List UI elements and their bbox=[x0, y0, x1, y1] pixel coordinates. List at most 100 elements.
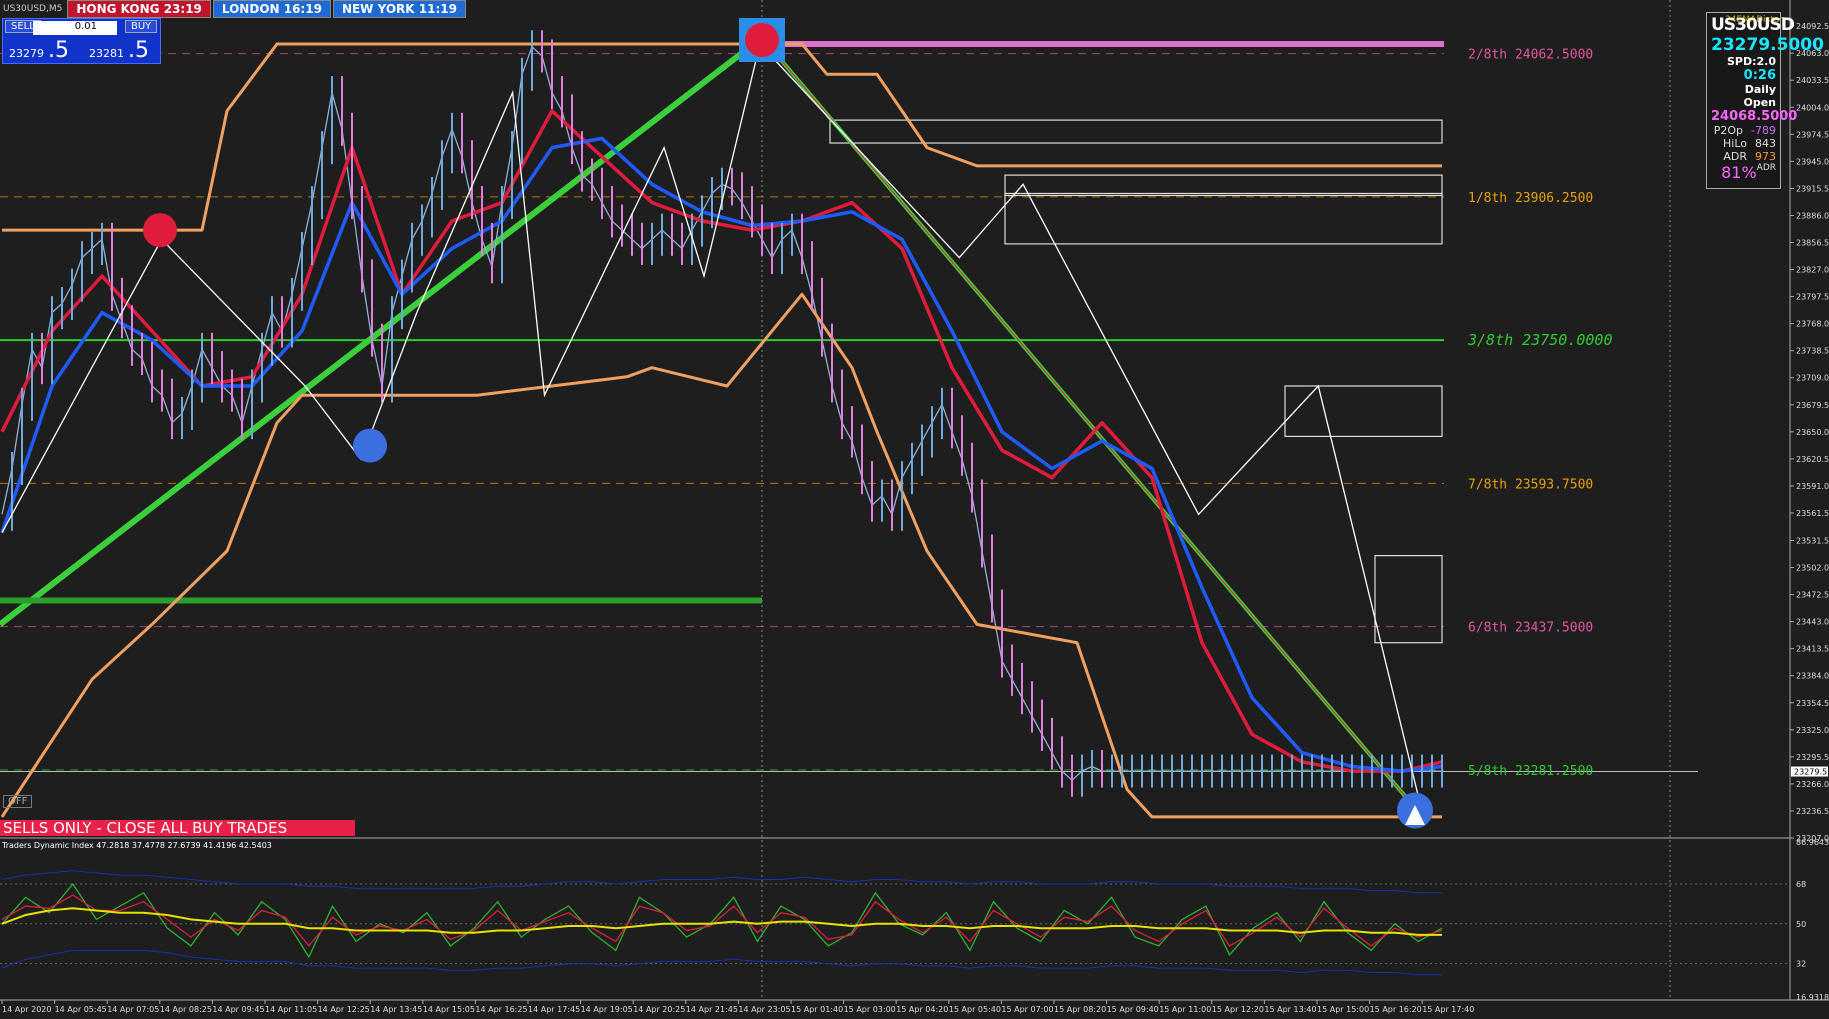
one-click-trading-panel: SELL 0.01 BUY 23279.5 23281.5 bbox=[2, 18, 161, 64]
tdi-title: Traders Dynamic Index 47.2818 37.4778 27… bbox=[2, 841, 272, 850]
price-tick-label: 23797.5 bbox=[1796, 293, 1829, 302]
time-tick-label: 15 Apr 07:00 bbox=[1001, 1005, 1053, 1014]
price-chart[interactable]: 24092.524063.024033.524004.023974.523945… bbox=[0, 0, 1829, 1019]
info-daily-open-label: Daily Open bbox=[1743, 83, 1776, 109]
time-tick-label: 15 Apr 04:20 bbox=[896, 1005, 948, 1014]
time-tick-label: 14 Apr 17:45 bbox=[528, 1005, 580, 1014]
buy-button[interactable]: BUY bbox=[125, 20, 158, 33]
info-row-adr: ADR 973 bbox=[1723, 150, 1776, 163]
tdi-tick-label: 68 bbox=[1796, 880, 1806, 889]
time-tick-label: 14 Apr 11:05 bbox=[265, 1005, 317, 1014]
time-tick-label: 14 Apr 13:45 bbox=[370, 1005, 422, 1014]
murrey-label: 7/8th 23593.7500 bbox=[1468, 477, 1593, 492]
time-tick-label: 15 Apr 01:40 bbox=[791, 1005, 843, 1014]
sell-price[interactable]: 23279 .5 bbox=[9, 38, 69, 63]
lot-size-input[interactable]: 0.01 bbox=[33, 21, 117, 35]
price-tick-label: 23620.5 bbox=[1796, 455, 1829, 464]
off-button[interactable]: OFF bbox=[3, 795, 33, 808]
price-tick-label: 24092.5 bbox=[1796, 22, 1829, 31]
murrey-label: 6/8th 23437.5000 bbox=[1468, 621, 1593, 636]
info-symbol: US30USD bbox=[1711, 15, 1795, 35]
current-price-label: 23279.5 bbox=[1794, 768, 1827, 777]
time-tick-label: 14 Apr 19:05 bbox=[581, 1005, 633, 1014]
time-tick-label: 14 Apr 21:45 bbox=[686, 1005, 738, 1014]
trade-alert-banner: SELLS ONLY - CLOSE ALL BUY TRADES bbox=[0, 820, 355, 836]
time-tick-label: 15 Apr 05:40 bbox=[949, 1005, 1001, 1014]
price-tick-label: 23325.0 bbox=[1796, 726, 1829, 735]
time-tick-label: 15 Apr 15:00 bbox=[1317, 1005, 1369, 1014]
pivot-low-marker bbox=[353, 428, 387, 463]
sell-price-pips: .5 bbox=[48, 38, 69, 63]
price-tick-label: 23768.0 bbox=[1796, 320, 1829, 329]
price-tick-label: 23650.0 bbox=[1796, 428, 1829, 437]
time-tick-label: 15 Apr 12:20 bbox=[1212, 1005, 1264, 1014]
time-tick-label: 14 Apr 05:45 bbox=[55, 1005, 107, 1014]
pivot-high-marker bbox=[143, 213, 177, 248]
price-tick-label: 23295.5 bbox=[1796, 753, 1829, 762]
session-london: LONDON 16:19 bbox=[212, 0, 331, 18]
price-tick-label: 23709.0 bbox=[1796, 374, 1829, 383]
pivot-high-marker-top bbox=[745, 23, 779, 57]
price-tick-label: 23354.5 bbox=[1796, 699, 1829, 708]
price-tick-label: 23236.5 bbox=[1796, 807, 1829, 816]
time-tick-label: 14 Apr 08:25 bbox=[160, 1005, 212, 1014]
time-tick-label: 15 Apr 16:20 bbox=[1370, 1005, 1422, 1014]
price-tick-label: 23561.5 bbox=[1796, 509, 1829, 518]
symbol-info-panel: US30USD 23279.5000 SPD:2.0 0:26 Daily Op… bbox=[1706, 12, 1824, 189]
price-tick-label: 23738.5 bbox=[1796, 347, 1829, 356]
info-daily-open: 24068.5000 bbox=[1711, 109, 1798, 124]
tdi-tick-label: 86.9643 bbox=[1796, 838, 1829, 847]
session-hong-kong: HONG KONG 23:19 bbox=[67, 0, 211, 18]
price-tick-label: 23827.0 bbox=[1796, 266, 1829, 275]
price-tick-label: 23502.0 bbox=[1796, 564, 1829, 573]
price-tick-label: 23413.5 bbox=[1796, 645, 1829, 654]
buy-price-main: 23281 bbox=[89, 47, 124, 60]
time-tick-label: 15 Apr 17:40 bbox=[1422, 1005, 1474, 1014]
price-tick-label: 23266.0 bbox=[1796, 780, 1829, 789]
time-tick-label: 14 Apr 20:25 bbox=[633, 1005, 685, 1014]
info-row-p2op: P2Op -789 bbox=[1713, 124, 1776, 137]
time-tick-label: 14 Apr 15:05 bbox=[423, 1005, 475, 1014]
price-tick-label: 23974.5 bbox=[1796, 130, 1829, 139]
price-tick-label: 23915.5 bbox=[1796, 184, 1829, 193]
time-tick-label: 14 Apr 09:45 bbox=[212, 1005, 264, 1014]
time-tick-label: 14 Apr 2020 bbox=[2, 1005, 51, 1014]
time-tick-label: 15 Apr 09:40 bbox=[1107, 1005, 1159, 1014]
price-tick-label: 23945.0 bbox=[1796, 157, 1829, 166]
info-spread: SPD:2.0 bbox=[1726, 55, 1776, 68]
time-tick-label: 14 Apr 12:25 bbox=[318, 1005, 370, 1014]
price-tick-label: 23443.0 bbox=[1796, 618, 1829, 627]
time-tick-label: 14 Apr 23:05 bbox=[738, 1005, 790, 1014]
session-clock-bar: US30USD,M5 HONG KONG 23:19 LONDON 16:19 … bbox=[0, 0, 466, 18]
symbol-label: US30USD,M5 bbox=[3, 4, 63, 14]
price-tick-label: 23679.5 bbox=[1796, 401, 1829, 410]
sell-price-main: 23279 bbox=[9, 47, 44, 60]
price-tick-label: 23856.5 bbox=[1796, 239, 1829, 248]
murrey-label: 1/8th 23906.2500 bbox=[1468, 191, 1593, 206]
buy-price[interactable]: 23281 .5 bbox=[89, 38, 149, 63]
price-tick-label: 24033.5 bbox=[1796, 76, 1829, 85]
time-tick-label: 15 Apr 08:20 bbox=[1054, 1005, 1106, 1014]
price-tick-label: 23591.0 bbox=[1796, 482, 1829, 491]
tdi-tick-label: 32 bbox=[1796, 960, 1806, 969]
time-tick-label: 15 Apr 11:00 bbox=[1159, 1005, 1211, 1014]
tdi-tick-label: 50 bbox=[1796, 920, 1806, 929]
murrey-label: 5/8th 23281.2500 bbox=[1468, 764, 1593, 779]
price-tick-label: 24004.0 bbox=[1796, 103, 1829, 112]
tdi-tick-label: 16.9318 bbox=[1796, 993, 1829, 1002]
murrey-label: 2/8th 24062.5000 bbox=[1468, 48, 1593, 63]
time-tick-label: 14 Apr 16:25 bbox=[475, 1005, 527, 1014]
buy-price-pips: .5 bbox=[128, 38, 149, 63]
murrey-label: 3/8th 23750.0000 bbox=[1467, 331, 1613, 349]
info-bid: 23279.5000 bbox=[1711, 35, 1824, 55]
time-tick-label: 15 Apr 13:40 bbox=[1264, 1005, 1316, 1014]
info-candle-timer: 0:26 bbox=[1743, 68, 1776, 83]
time-tick-label: 14 Apr 07:05 bbox=[107, 1005, 159, 1014]
price-tick-label: 23886.0 bbox=[1796, 211, 1829, 220]
info-adr-percent: 81%ADR bbox=[1721, 163, 1776, 182]
price-tick-label: 23531.5 bbox=[1796, 536, 1829, 545]
price-tick-label: 23384.0 bbox=[1796, 672, 1829, 681]
time-tick-label: 15 Apr 03:00 bbox=[844, 1005, 896, 1014]
session-new-york: NEW YORK 11:19 bbox=[332, 0, 466, 18]
chart-background bbox=[0, 0, 1829, 1019]
